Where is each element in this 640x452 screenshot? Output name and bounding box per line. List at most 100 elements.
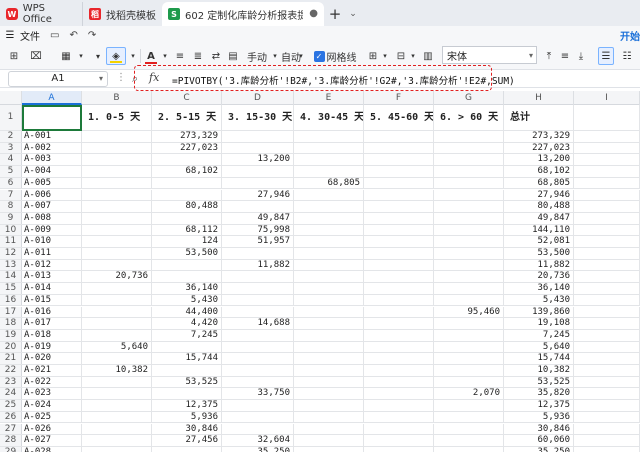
cell[interactable]: [294, 329, 364, 341]
cell[interactable]: [294, 131, 364, 142]
cell[interactable]: [574, 283, 640, 294]
cell[interactable]: [574, 271, 640, 283]
cell[interactable]: [82, 154, 152, 166]
cell[interactable]: [434, 154, 504, 166]
cell[interactable]: A-014: [22, 283, 82, 294]
font-color-button[interactable]: A: [142, 47, 160, 65]
cell[interactable]: [574, 318, 640, 329]
fill-color-button[interactable]: ◈: [106, 47, 126, 65]
cell[interactable]: [364, 224, 434, 236]
cell[interactable]: [82, 353, 152, 364]
select-all-corner[interactable]: [0, 91, 22, 105]
cell[interactable]: [152, 446, 222, 452]
indent-icon[interactable]: ☷: [620, 47, 634, 65]
cell[interactable]: 10,382: [504, 365, 574, 376]
split-icon[interactable]: ⊟: [394, 47, 408, 65]
cell[interactable]: [294, 411, 364, 423]
cell[interactable]: [364, 423, 434, 435]
cell[interactable]: 53,525: [504, 376, 574, 388]
cell[interactable]: A-020: [22, 353, 82, 364]
row-number[interactable]: 4: [0, 154, 22, 166]
cell[interactable]: [574, 259, 640, 271]
cell[interactable]: [364, 248, 434, 259]
cell[interactable]: [294, 154, 364, 166]
cell[interactable]: A-019: [22, 341, 82, 353]
cell[interactable]: [152, 271, 222, 283]
cell[interactable]: A-010: [22, 236, 82, 247]
row-number[interactable]: 15: [0, 283, 22, 294]
align-left-icon[interactable]: ⊞: [6, 47, 22, 65]
cell[interactable]: [434, 248, 504, 259]
border-icon[interactable]: ▦: [58, 47, 74, 65]
cell[interactable]: 5,640: [504, 341, 574, 353]
cell[interactable]: [434, 353, 504, 364]
cell[interactable]: [434, 341, 504, 353]
wrap-text-icon[interactable]: ⇄: [208, 47, 224, 65]
cell[interactable]: [364, 236, 434, 247]
cell[interactable]: [434, 236, 504, 247]
cell[interactable]: [434, 423, 504, 435]
cell[interactable]: 27,946: [222, 189, 294, 201]
cell[interactable]: [294, 353, 364, 364]
cell[interactable]: 60,060: [504, 435, 574, 446]
format-painter-icon[interactable]: ⌧: [28, 47, 44, 65]
cell[interactable]: [82, 318, 152, 329]
cell[interactable]: [222, 201, 294, 212]
row-number[interactable]: 24: [0, 388, 22, 400]
row-number[interactable]: 19: [0, 329, 22, 341]
font-color-chevron-icon[interactable]: ▾: [160, 47, 170, 65]
cell[interactable]: 20,736: [504, 271, 574, 283]
cell[interactable]: 52,081: [504, 236, 574, 247]
cell[interactable]: A-025: [22, 411, 82, 423]
cell[interactable]: 14,688: [222, 318, 294, 329]
cell[interactable]: 20,736: [82, 271, 152, 283]
cell[interactable]: [82, 283, 152, 294]
cell[interactable]: 68,112: [152, 224, 222, 236]
cell[interactable]: 11,882: [504, 259, 574, 271]
cell[interactable]: 273,329: [504, 131, 574, 142]
cell[interactable]: [574, 365, 640, 376]
cell[interactable]: A-023: [22, 388, 82, 400]
cell[interactable]: A-018: [22, 329, 82, 341]
cell[interactable]: A-007: [22, 201, 82, 212]
cell[interactable]: 51,957: [222, 236, 294, 247]
merge-icon[interactable]: ▾: [90, 47, 106, 65]
cell[interactable]: [294, 236, 364, 247]
tab-document[interactable]: S 602 定制化库龄分析报表提升合位 ●: [162, 2, 324, 26]
cell[interactable]: 49,847: [504, 212, 574, 224]
cell[interactable]: [574, 341, 640, 353]
cell[interactable]: 27,456: [152, 435, 222, 446]
row-number[interactable]: 28: [0, 435, 22, 446]
cell[interactable]: [434, 142, 504, 154]
cell[interactable]: [82, 177, 152, 189]
cell[interactable]: A-021: [22, 365, 82, 376]
cell[interactable]: [294, 365, 364, 376]
cell[interactable]: [434, 318, 504, 329]
auto-chevron-icon[interactable]: ▾: [296, 47, 306, 65]
cell[interactable]: [82, 388, 152, 400]
cell[interactable]: [222, 329, 294, 341]
cell[interactable]: [82, 329, 152, 341]
cell[interactable]: [434, 376, 504, 388]
cell[interactable]: [82, 294, 152, 306]
cell[interactable]: 27,946: [504, 189, 574, 201]
cell[interactable]: [364, 435, 434, 446]
cell[interactable]: [294, 318, 364, 329]
cell[interactable]: [434, 212, 504, 224]
cell[interactable]: [222, 411, 294, 423]
cell[interactable]: [574, 166, 640, 177]
cell[interactable]: [294, 224, 364, 236]
cell[interactable]: 5,640: [82, 341, 152, 353]
cell[interactable]: 6. > 60 天: [434, 105, 504, 130]
cell[interactable]: [82, 212, 152, 224]
gridlines-toggle[interactable]: ✓ 网格线: [306, 47, 364, 65]
cell[interactable]: 53,525: [152, 376, 222, 388]
cell[interactable]: [152, 259, 222, 271]
cell[interactable]: [294, 388, 364, 400]
cell[interactable]: 7,245: [152, 329, 222, 341]
redo-icon[interactable]: ↷: [88, 30, 96, 41]
close-tab-icon[interactable]: ●: [309, 8, 318, 19]
cell[interactable]: [152, 189, 222, 201]
cell[interactable]: [222, 400, 294, 411]
row-number[interactable]: 20: [0, 341, 22, 353]
